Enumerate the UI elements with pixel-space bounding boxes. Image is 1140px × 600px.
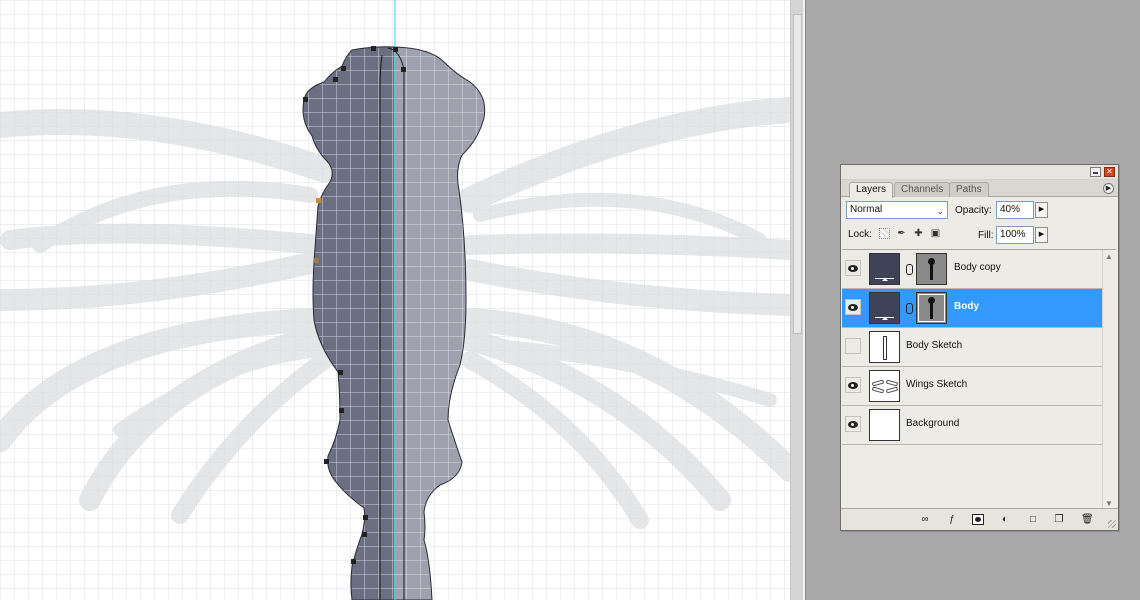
resize-grip[interactable]: [1108, 520, 1116, 528]
document-canvas[interactable]: [0, 0, 790, 600]
eye-icon: [848, 421, 858, 428]
minimize-button[interactable]: [1090, 167, 1101, 177]
eye-icon: [848, 265, 858, 272]
trash-icon[interactable]: 🗑: [1081, 514, 1094, 525]
fill-slider-button[interactable]: ▶: [1035, 227, 1048, 243]
scrollbar-thumb[interactable]: [793, 14, 802, 334]
layer-visibility-toggle[interactable]: [845, 338, 861, 354]
opacity-input[interactable]: 40%: [996, 201, 1034, 219]
layer-name: Body copy: [954, 262, 1001, 273]
layer-name: Body Sketch: [906, 340, 963, 351]
layer-row-body[interactable]: Body: [842, 289, 1102, 328]
layer-row-wings-sketch[interactable]: Wings Sketch: [842, 367, 1102, 406]
lock-position-icon[interactable]: ✚: [913, 228, 924, 239]
opacity-slider-button[interactable]: ▶: [1035, 202, 1048, 218]
chevron-down-icon: ⌄: [936, 206, 944, 216]
link-chain-icon[interactable]: [906, 303, 913, 314]
vector-mask-thumbnail[interactable]: [916, 292, 947, 324]
tab-layers[interactable]: Layers: [849, 182, 894, 198]
link-layers-icon[interactable]: ∞: [917, 514, 933, 525]
layer-thumbnail: [869, 253, 900, 285]
blend-mode-value: Normal: [850, 204, 883, 215]
layer-list-scrollbar[interactable]: ▲ ▼: [1102, 250, 1116, 510]
lock-label: Lock:: [848, 229, 872, 240]
vector-mask-thumbnail[interactable]: [916, 253, 947, 285]
panel-menu-button[interactable]: ▶: [1103, 183, 1114, 194]
layer-visibility-toggle[interactable]: [845, 299, 861, 315]
layer-thumbnail: [869, 331, 900, 363]
layer-mask-icon[interactable]: [972, 514, 984, 525]
fill-label: Fill:: [978, 230, 994, 241]
layer-name: Body: [954, 301, 979, 312]
chevron-down-icon[interactable]: ▼: [1105, 499, 1113, 508]
close-button[interactable]: ✕: [1104, 167, 1115, 177]
opacity-label: Opacity:: [955, 205, 992, 216]
layers-panel: ✕ Layers Channels Paths ▶ Normal ⌄ Opaci…: [840, 164, 1119, 531]
tab-paths[interactable]: Paths: [949, 182, 989, 197]
layer-visibility-toggle[interactable]: [845, 377, 861, 393]
lock-transparent-pixels-icon[interactable]: [879, 228, 890, 239]
layer-row-body-sketch[interactable]: Body Sketch: [842, 328, 1102, 367]
lock-row: Lock: ✒ ✚ ▣ Fill: 100% ▶: [841, 224, 1118, 246]
layer-visibility-toggle[interactable]: [845, 260, 861, 276]
lock-all-icon[interactable]: ▣: [930, 228, 941, 239]
new-layer-icon[interactable]: ❐: [1053, 514, 1065, 525]
layer-style-icon[interactable]: ƒ: [946, 514, 958, 525]
layer-thumbnail: [869, 292, 900, 324]
chevron-up-icon[interactable]: ▲: [1105, 252, 1113, 261]
canvas-edge: [803, 0, 806, 600]
layer-name: Background: [906, 418, 960, 429]
panel-titlebar[interactable]: ✕: [841, 165, 1118, 180]
layer-row-body-copy[interactable]: Body copy: [842, 250, 1102, 289]
panel-footer: ∞ ƒ ◐ □ ❐ 🗑: [841, 508, 1118, 530]
canvas-vertical-scrollbar[interactable]: [790, 0, 803, 600]
artwork: [0, 0, 790, 600]
eye-icon: [848, 382, 858, 389]
layer-thumbnail: [869, 370, 900, 402]
layer-name: Wings Sketch: [906, 379, 968, 390]
folder-icon[interactable]: □: [1027, 514, 1039, 525]
layer-row-background[interactable]: Background: [842, 406, 1102, 445]
layer-visibility-toggle[interactable]: [845, 416, 861, 432]
fill-input[interactable]: 100%: [996, 226, 1034, 244]
blend-mode-select[interactable]: Normal ⌄: [846, 201, 948, 219]
blend-options-row: Normal ⌄ Opacity: 40% ▶: [841, 199, 1118, 221]
layer-list: Body copy Body Body Sketch Wings Sketch …: [842, 249, 1116, 510]
adjustment-layer-icon[interactable]: ◐: [999, 514, 1011, 525]
lock-image-pixels-icon[interactable]: ✒: [896, 228, 907, 239]
panel-tab-row: Layers Channels Paths ▶: [841, 180, 1118, 198]
eye-icon: [848, 304, 858, 311]
tab-channels[interactable]: Channels: [894, 182, 951, 197]
link-chain-icon[interactable]: [906, 264, 913, 275]
layer-thumbnail: [869, 409, 900, 441]
